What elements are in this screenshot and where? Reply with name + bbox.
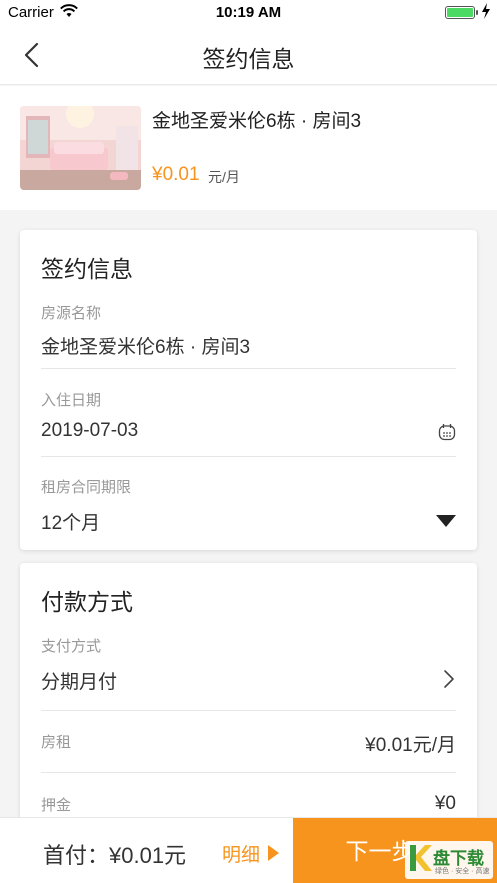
property-name-value: 金地圣爱米伦6栋 · 房间3 bbox=[41, 337, 251, 358]
status-time: 10:19 AM bbox=[215, 4, 282, 21]
sign-info-card: 签约信息 房源名称 金地圣爱米伦6栋 · 房间3 入住日期 2019-07-03… bbox=[20, 230, 477, 550]
divider bbox=[41, 368, 456, 369]
battery-icon bbox=[445, 6, 475, 19]
divider bbox=[41, 710, 456, 711]
divider bbox=[41, 772, 456, 773]
property-name-label: 房源名称 bbox=[41, 305, 102, 322]
room-photo bbox=[20, 106, 141, 190]
page-title: 签约信息 bbox=[202, 46, 295, 72]
deposit-label: 押金 bbox=[41, 797, 72, 814]
deposit-value: ¥0 bbox=[434, 793, 456, 814]
calendar-icon bbox=[438, 423, 456, 446]
checkin-date-label: 入住日期 bbox=[41, 392, 102, 409]
watermark-subtext: 绿色 · 安全 · 高速 bbox=[435, 868, 490, 875]
battery-tip bbox=[476, 10, 478, 15]
status-bar: Carrier 10:19 AM bbox=[0, 0, 497, 24]
chevron-right-icon bbox=[443, 669, 455, 694]
room-name: 金地圣爱米伦6栋 · 房间3 bbox=[152, 111, 362, 132]
checkin-date-value: 2019-07-03 bbox=[41, 420, 139, 441]
dropdown-triangle-icon bbox=[436, 514, 456, 532]
rent-label: 房租 bbox=[41, 734, 72, 751]
first-payment-amount: 首付：¥0.01元 bbox=[43, 843, 187, 868]
price-unit: 元/月 bbox=[208, 169, 240, 185]
bottom-bar: 首付：¥0.01元 明细 下一步 盘下载 绿色 · 安全 · 高速 bbox=[0, 817, 497, 883]
checkin-date-field[interactable]: 2019-07-03 bbox=[20, 414, 477, 454]
payment-title: 付款方式 bbox=[41, 589, 133, 615]
divider bbox=[41, 456, 456, 457]
payment-method-row[interactable]: 分期月付 bbox=[20, 661, 477, 701]
nav-bar: 签约信息 bbox=[0, 24, 497, 85]
triangle-right-icon bbox=[268, 845, 279, 861]
room-price: ¥0.01 bbox=[152, 164, 200, 185]
room-summary: 金地圣爱米伦6栋 · 房间3 ¥0.01 元/月 bbox=[0, 86, 497, 210]
rent-value: ¥0.01元/月 bbox=[365, 735, 456, 756]
charging-icon bbox=[481, 3, 491, 23]
lease-term-value: 12个月 bbox=[41, 513, 101, 534]
lease-term-label: 租房合同期限 bbox=[41, 479, 132, 496]
payment-method-label: 支付方式 bbox=[41, 638, 102, 655]
sign-info-title: 签约信息 bbox=[41, 256, 133, 282]
detail-link[interactable]: 明细 bbox=[222, 840, 260, 867]
watermark-logo: 盘下载 绿色 · 安全 · 高速 bbox=[405, 841, 493, 879]
lease-term-select[interactable]: 12个月 bbox=[20, 502, 477, 542]
payment-method-value: 分期月付 bbox=[41, 672, 118, 693]
